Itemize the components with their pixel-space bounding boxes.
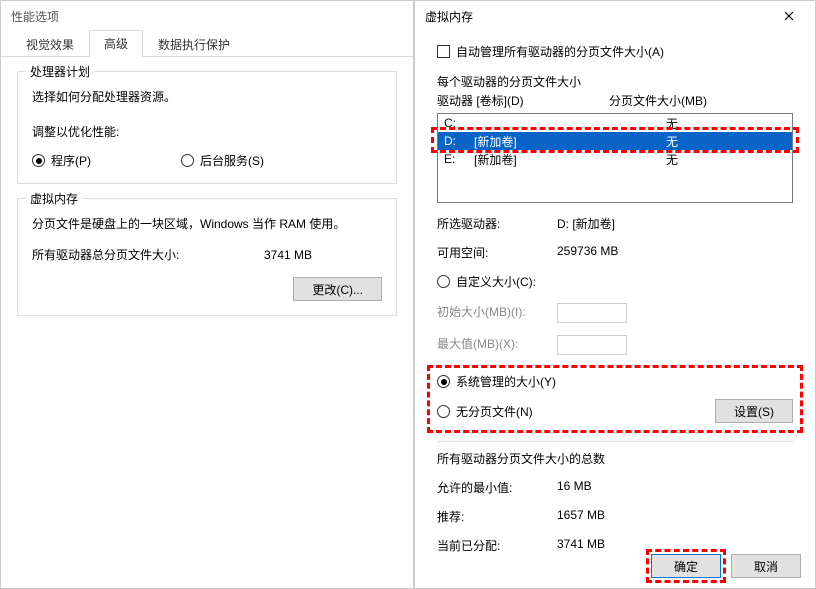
radio-icon <box>437 275 450 288</box>
auto-manage-label: 自动管理所有驱动器的分页文件大小(A) <box>456 43 664 60</box>
adjust-label: 调整以优化性能: <box>32 123 382 140</box>
tabs: 视觉效果 高级 数据执行保护 <box>1 31 413 57</box>
rec-value: 1657 MB <box>557 508 605 525</box>
initial-size-input <box>557 303 627 323</box>
totals-title: 所有驱动器分页文件大小的总数 <box>437 450 793 467</box>
drive-list[interactable]: C: 无 D: [新加卷] 无 E: [新加卷] 无 <box>437 113 793 203</box>
checkbox-icon <box>437 45 450 58</box>
tab-advanced[interactable]: 高级 <box>89 30 143 57</box>
radio-system-managed[interactable]: 系统管理的大小(Y) <box>437 373 556 390</box>
drive-header-col1: 驱动器 [卷标](D) <box>437 92 609 109</box>
initial-size-label: 初始大小(MB)(I): <box>437 303 557 323</box>
drive-list-header: 驱动器 [卷标](D) 分页文件大小(MB) <box>437 90 793 113</box>
cur-label: 当前已分配: <box>437 537 557 554</box>
total-pagefile-label: 所有驱动器总分页文件大小: <box>32 246 179 263</box>
drive-header-col2: 分页文件大小(MB) <box>609 92 707 109</box>
cur-value: 3741 MB <box>557 537 605 554</box>
radio-no-paging-file[interactable]: 无分页文件(N) <box>437 403 533 420</box>
virtual-memory-group: 虚拟内存 分页文件是硬盘上的一块区域，Windows 当作 RAM 使用。 所有… <box>17 198 397 316</box>
drive-row-c[interactable]: C: 无 <box>438 114 792 132</box>
processor-scheduling-group: 处理器计划 选择如何分配处理器资源。 调整以优化性能: 程序(P) 后台服务(S… <box>17 71 397 184</box>
max-size-label: 最大值(MB)(X): <box>437 335 557 355</box>
performance-options-dialog: 性能选项 视觉效果 高级 数据执行保护 处理器计划 选择如何分配处理器资源。 调… <box>0 0 414 589</box>
min-value: 16 MB <box>557 479 592 496</box>
selected-drive-label: 所选驱动器: <box>437 215 557 232</box>
virtual-memory-title: 虚拟内存 <box>26 190 82 207</box>
radio-background-label: 后台服务(S) <box>200 152 264 169</box>
close-icon <box>784 11 794 21</box>
processor-scheduling-hint: 选择如何分配处理器资源。 <box>32 88 382 105</box>
drive-size: 无 <box>666 115 786 132</box>
drive-letter: E: <box>444 152 474 166</box>
virtual-memory-desc: 分页文件是硬盘上的一块区域，Windows 当作 RAM 使用。 <box>32 215 382 232</box>
drive-label: [新加卷] <box>474 151 666 168</box>
radio-programs-label: 程序(P) <box>51 152 91 169</box>
tab-dep[interactable]: 数据执行保护 <box>143 31 245 57</box>
processor-scheduling-title: 处理器计划 <box>26 63 94 80</box>
set-button[interactable]: 设置(S) <box>715 399 793 423</box>
change-button[interactable]: 更改(C)... <box>293 277 382 301</box>
drive-letter: D: <box>444 134 474 148</box>
total-pagefile-value: 3741 MB <box>264 248 312 262</box>
drive-row-d[interactable]: D: [新加卷] 无 <box>438 132 792 150</box>
dialog-footer: 确定 取消 <box>651 554 801 578</box>
radio-background-services[interactable]: 后台服务(S) <box>181 152 264 169</box>
radio-no-paging-file-label: 无分页文件(N) <box>456 403 533 420</box>
radio-icon <box>181 154 194 167</box>
radio-icon <box>437 375 450 388</box>
rec-label: 推荐: <box>437 508 557 525</box>
max-size-input <box>557 335 627 355</box>
drive-label: [新加卷] <box>474 133 666 150</box>
selected-drive-value: D: [新加卷] <box>557 215 615 232</box>
free-space-label: 可用空间: <box>437 244 557 261</box>
per-drive-title: 每个驱动器的分页文件大小 <box>437 73 793 90</box>
drive-letter: C: <box>444 116 474 130</box>
radio-programs[interactable]: 程序(P) <box>32 152 91 169</box>
drive-row-e[interactable]: E: [新加卷] 无 <box>438 150 792 168</box>
min-label: 允许的最小值: <box>437 479 557 496</box>
tab-visual-effects[interactable]: 视觉效果 <box>11 31 89 57</box>
titlebar-left: 性能选项 <box>1 1 413 31</box>
title-left: 性能选项 <box>11 8 407 25</box>
virtual-memory-dialog: 虚拟内存 自动管理所有驱动器的分页文件大小(A) 每个驱动器的分页文件大小 驱动… <box>414 0 816 589</box>
close-button[interactable] <box>769 2 809 30</box>
drive-size: 无 <box>666 133 786 150</box>
radio-custom-size[interactable]: 自定义大小(C): <box>437 273 536 290</box>
drive-size: 无 <box>666 151 786 168</box>
title-right: 虚拟内存 <box>425 8 769 25</box>
radio-icon <box>437 405 450 418</box>
ok-button[interactable]: 确定 <box>651 554 721 578</box>
radio-custom-size-label: 自定义大小(C): <box>456 273 536 290</box>
radio-system-managed-label: 系统管理的大小(Y) <box>456 373 556 390</box>
titlebar-right: 虚拟内存 <box>415 1 815 31</box>
free-space-value: 259736 MB <box>557 244 618 261</box>
auto-manage-checkbox[interactable]: 自动管理所有驱动器的分页文件大小(A) <box>437 43 664 60</box>
radio-icon <box>32 154 45 167</box>
cancel-button[interactable]: 取消 <box>731 554 801 578</box>
